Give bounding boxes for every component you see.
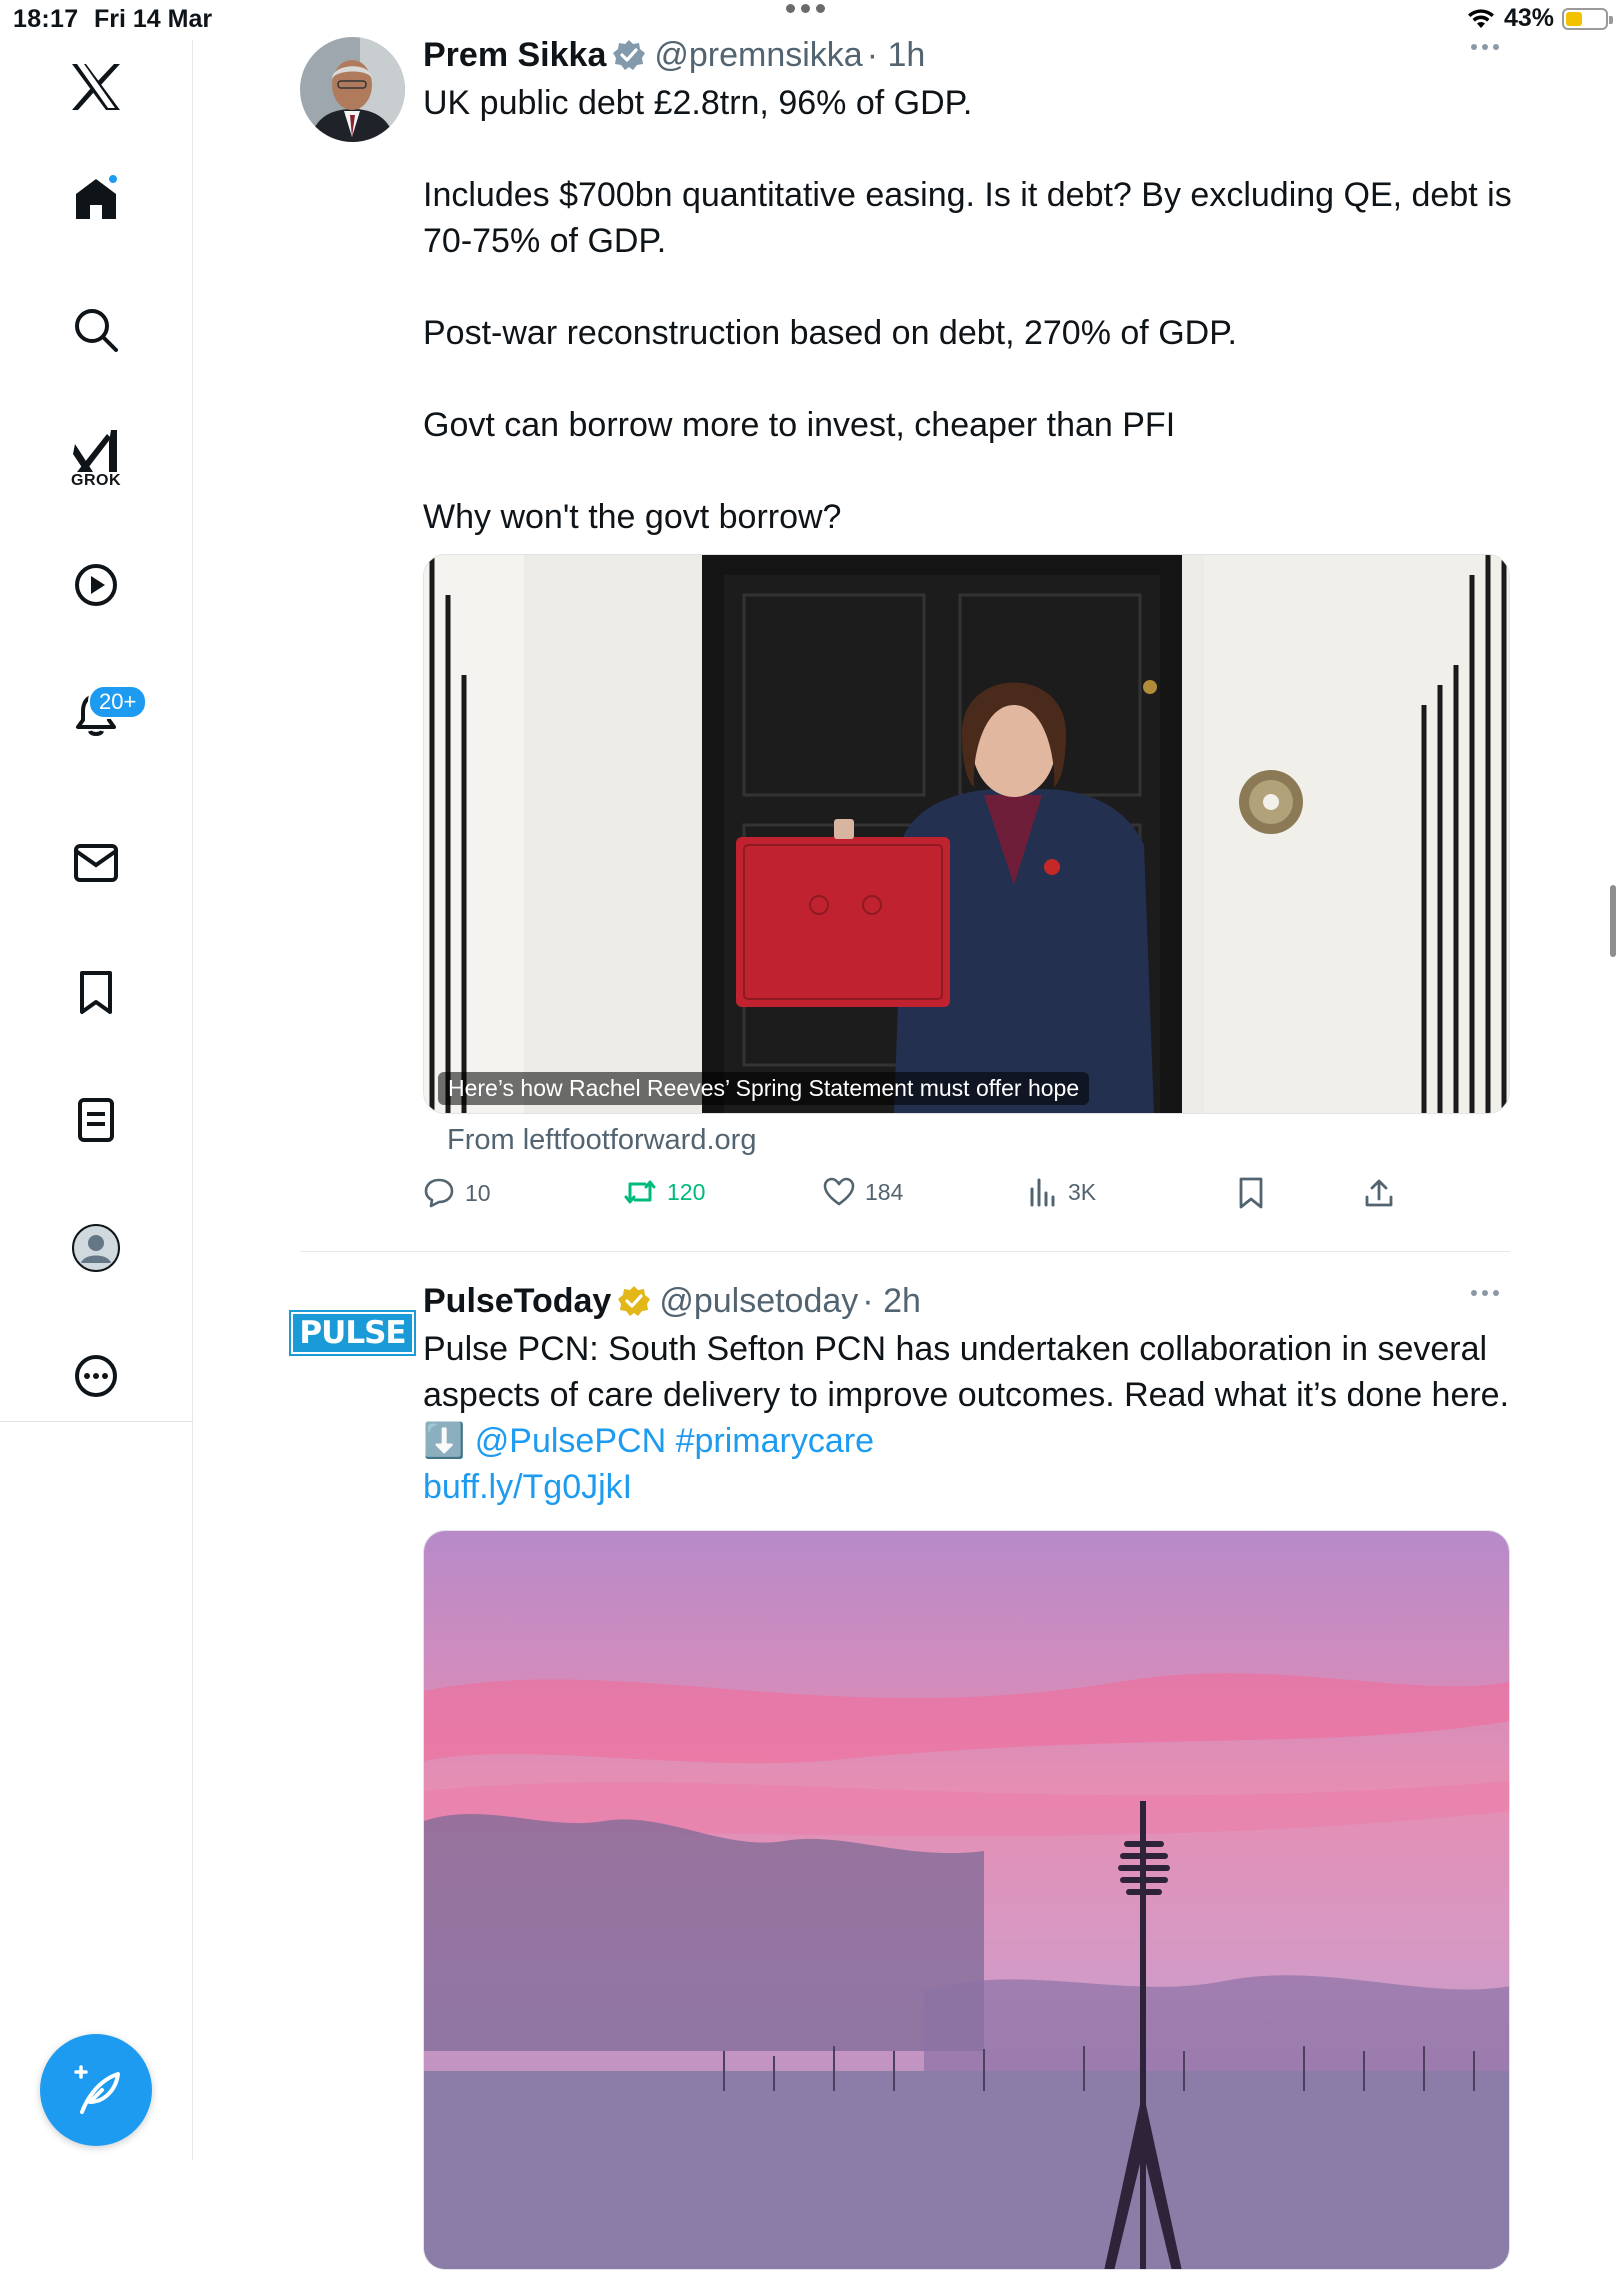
sidebar-item-more[interactable] bbox=[73, 1353, 119, 1399]
link-card-image[interactable]: Here’s how Rachel Reeves’ Spring Stateme… bbox=[423, 554, 1510, 1114]
tweet-time[interactable]: · 2h bbox=[862, 1282, 921, 1321]
tweet-prem-sikka[interactable]: Prem Sikka @premnsikka · 1h UK public de… bbox=[300, 34, 1513, 1250]
avatar-icon bbox=[72, 1224, 120, 1272]
sidebar-item-lists[interactable] bbox=[76, 1097, 116, 1143]
avatar[interactable]: PULSE bbox=[289, 1280, 416, 1385]
pulse-logo-text: PULSE bbox=[289, 1309, 416, 1356]
like-button[interactable]: 184 bbox=[823, 1177, 903, 1207]
bookmark-icon bbox=[80, 971, 112, 1014]
envelope-icon bbox=[74, 844, 118, 882]
sidebar-item-explore[interactable] bbox=[73, 307, 119, 353]
tweet-time[interactable]: · 1h bbox=[867, 36, 926, 75]
heart-icon bbox=[823, 1177, 855, 1206]
card-caption: Here’s how Rachel Reeves’ Spring Stateme… bbox=[438, 1072, 1090, 1105]
tweet-image[interactable] bbox=[423, 1530, 1510, 2270]
repost-count: 120 bbox=[667, 1178, 706, 1205]
sidebar-item-messages[interactable] bbox=[73, 843, 119, 883]
tweet-text: UK public debt £2.8trn, 96% of GDP. Incl… bbox=[423, 84, 1512, 536]
author-handle[interactable]: @premnsikka bbox=[654, 36, 862, 75]
author-name[interactable]: PulseToday bbox=[423, 1282, 611, 1321]
tweet-body: PulseToday @pulsetoday · 2h Pulse PCN: S… bbox=[423, 1280, 1513, 2270]
more-options-icon[interactable] bbox=[1471, 1290, 1499, 1296]
sidebar-item-bookmarks[interactable] bbox=[76, 970, 116, 1016]
repost-button[interactable]: 120 bbox=[623, 1177, 705, 1207]
verified-badge-icon bbox=[613, 40, 646, 70]
url-link[interactable]: buff.ly/Tg0JjkI bbox=[423, 1468, 632, 1506]
x-logo-icon[interactable] bbox=[70, 62, 122, 112]
author-handle[interactable]: @pulsetoday bbox=[659, 1282, 858, 1321]
compose-button[interactable] bbox=[40, 2034, 152, 2146]
repost-icon bbox=[624, 1180, 656, 1204]
tweet-header: Prem Sikka @premnsikka · 1h bbox=[423, 34, 1513, 76]
sidebar-item-profile[interactable] bbox=[71, 1223, 121, 1273]
sidebar-item-videos[interactable] bbox=[73, 562, 119, 608]
views-chart-icon bbox=[1030, 1178, 1055, 1207]
grok-label: GROK bbox=[71, 472, 121, 489]
scrollbar[interactable] bbox=[1610, 885, 1616, 957]
reply-button[interactable]: 10 bbox=[423, 1177, 491, 1209]
home-timeline[interactable]: Prem Sikka @premnsikka · 1h UK public de… bbox=[193, 0, 1620, 2270]
home-unread-dot bbox=[107, 173, 119, 185]
share-button[interactable] bbox=[1363, 1177, 1395, 1209]
tweet-actions: 10 120 184 3K bbox=[423, 1177, 1513, 1233]
mention-link[interactable]: @PulsePCN bbox=[475, 1422, 666, 1460]
search-icon bbox=[75, 309, 118, 352]
avatar[interactable] bbox=[300, 37, 405, 142]
tweet-separator bbox=[300, 1251, 1510, 1252]
tweet-pulsetoday[interactable]: PULSE PulseToday @pulsetoday · 2h Pulse … bbox=[289, 1280, 1510, 2270]
views-count: 3K bbox=[1068, 1178, 1097, 1205]
list-icon bbox=[78, 1098, 114, 1142]
tweet-header: PulseToday @pulsetoday · 2h bbox=[423, 1280, 1513, 1322]
compose-feather-icon bbox=[74, 2065, 120, 2114]
grok-icon bbox=[73, 430, 117, 472]
status-time: 18:17 bbox=[13, 5, 79, 33]
card-source[interactable]: From leftfootforward.org bbox=[447, 1124, 1513, 1157]
play-icon bbox=[75, 564, 117, 606]
share-icon bbox=[1365, 1179, 1393, 1207]
reply-icon bbox=[424, 1178, 454, 1208]
like-count: 184 bbox=[865, 1178, 904, 1205]
author-name[interactable]: Prem Sikka bbox=[423, 36, 606, 75]
sidebar-divider bbox=[0, 1421, 193, 1422]
notifications-badge: 20+ bbox=[88, 685, 148, 719]
bookmark-button[interactable] bbox=[1238, 1177, 1264, 1209]
bookmark-icon bbox=[1239, 1177, 1263, 1209]
hashtag-link[interactable]: #primarycare bbox=[676, 1422, 874, 1460]
sidebar: GROK 20+ bbox=[0, 40, 193, 2160]
sidebar-item-grok[interactable]: GROK bbox=[71, 428, 121, 490]
more-circle-icon bbox=[75, 1355, 117, 1397]
views-button[interactable]: 3K bbox=[1028, 1177, 1096, 1207]
more-options-icon[interactable] bbox=[1471, 44, 1499, 50]
reply-count: 10 bbox=[465, 1179, 491, 1206]
tweet-body: Prem Sikka @premnsikka · 1h UK public de… bbox=[423, 34, 1513, 1233]
tweet-text: Pulse PCN: South Sefton PCN has undertak… bbox=[423, 1326, 1513, 1510]
verified-gold-badge-icon bbox=[618, 1286, 651, 1316]
